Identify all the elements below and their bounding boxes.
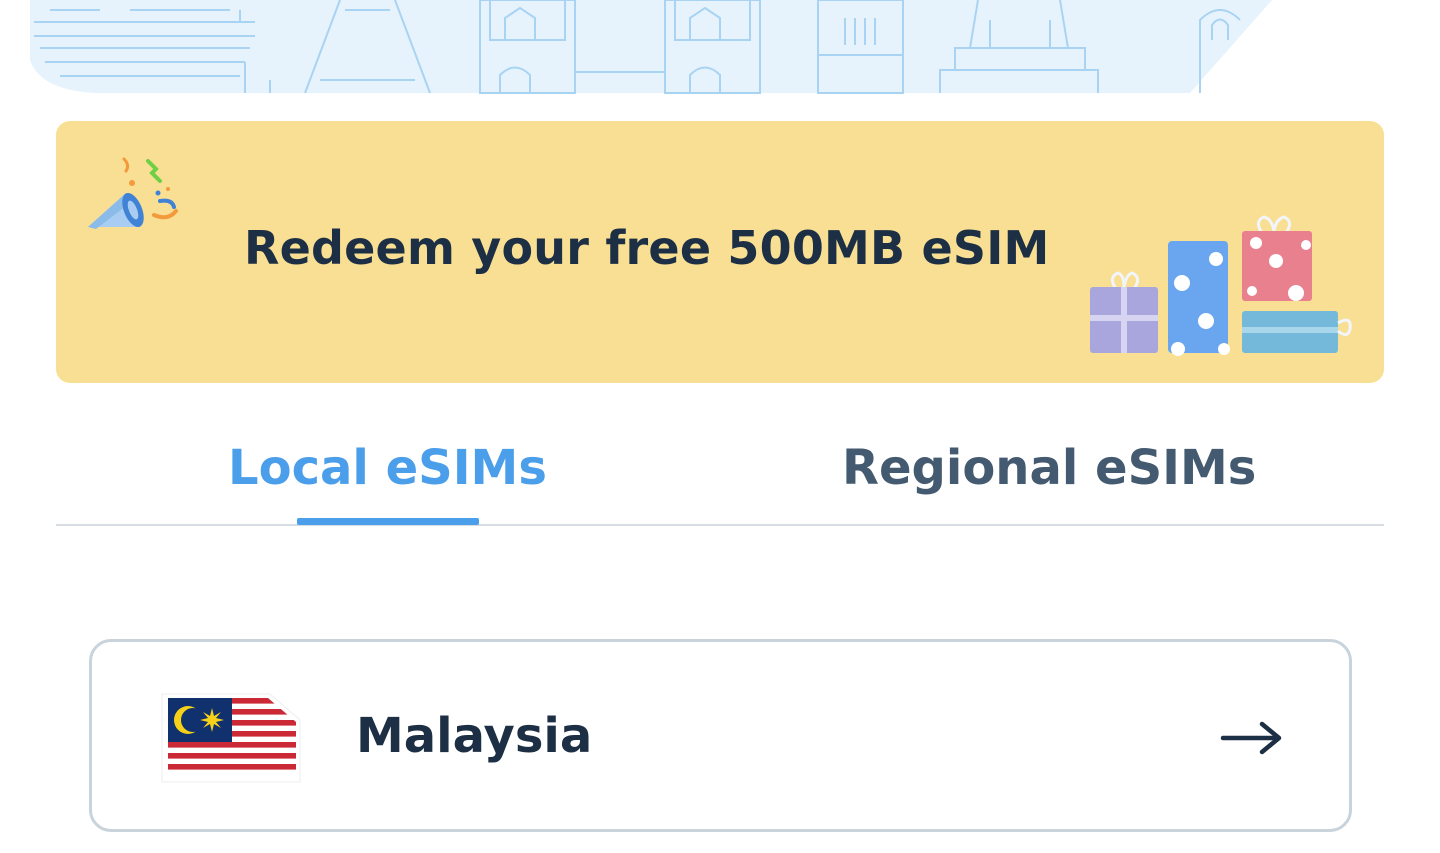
arrow-right-icon[interactable] — [1220, 718, 1284, 762]
country-card-malaysia[interactable]: Malaysia — [89, 639, 1352, 832]
hero-skyline-illustration — [0, 0, 1440, 95]
promo-title: Redeem your free 500MB eSIM — [244, 221, 1050, 275]
active-tab-indicator — [297, 518, 479, 525]
esim-type-tabs: Local eSIMs Regional eSIMs — [56, 430, 1384, 526]
megaphone-icon — [82, 149, 182, 243]
gift-boxes-icon — [1086, 211, 1356, 365]
promo-banner[interactable]: Redeem your free 500MB eSIM — [56, 121, 1384, 383]
tab-local-esims[interactable]: Local eSIMs — [228, 440, 547, 496]
tab-regional-esims[interactable]: Regional eSIMs — [842, 440, 1256, 496]
country-name: Malaysia — [356, 708, 593, 764]
malaysia-flag — [160, 692, 302, 784]
